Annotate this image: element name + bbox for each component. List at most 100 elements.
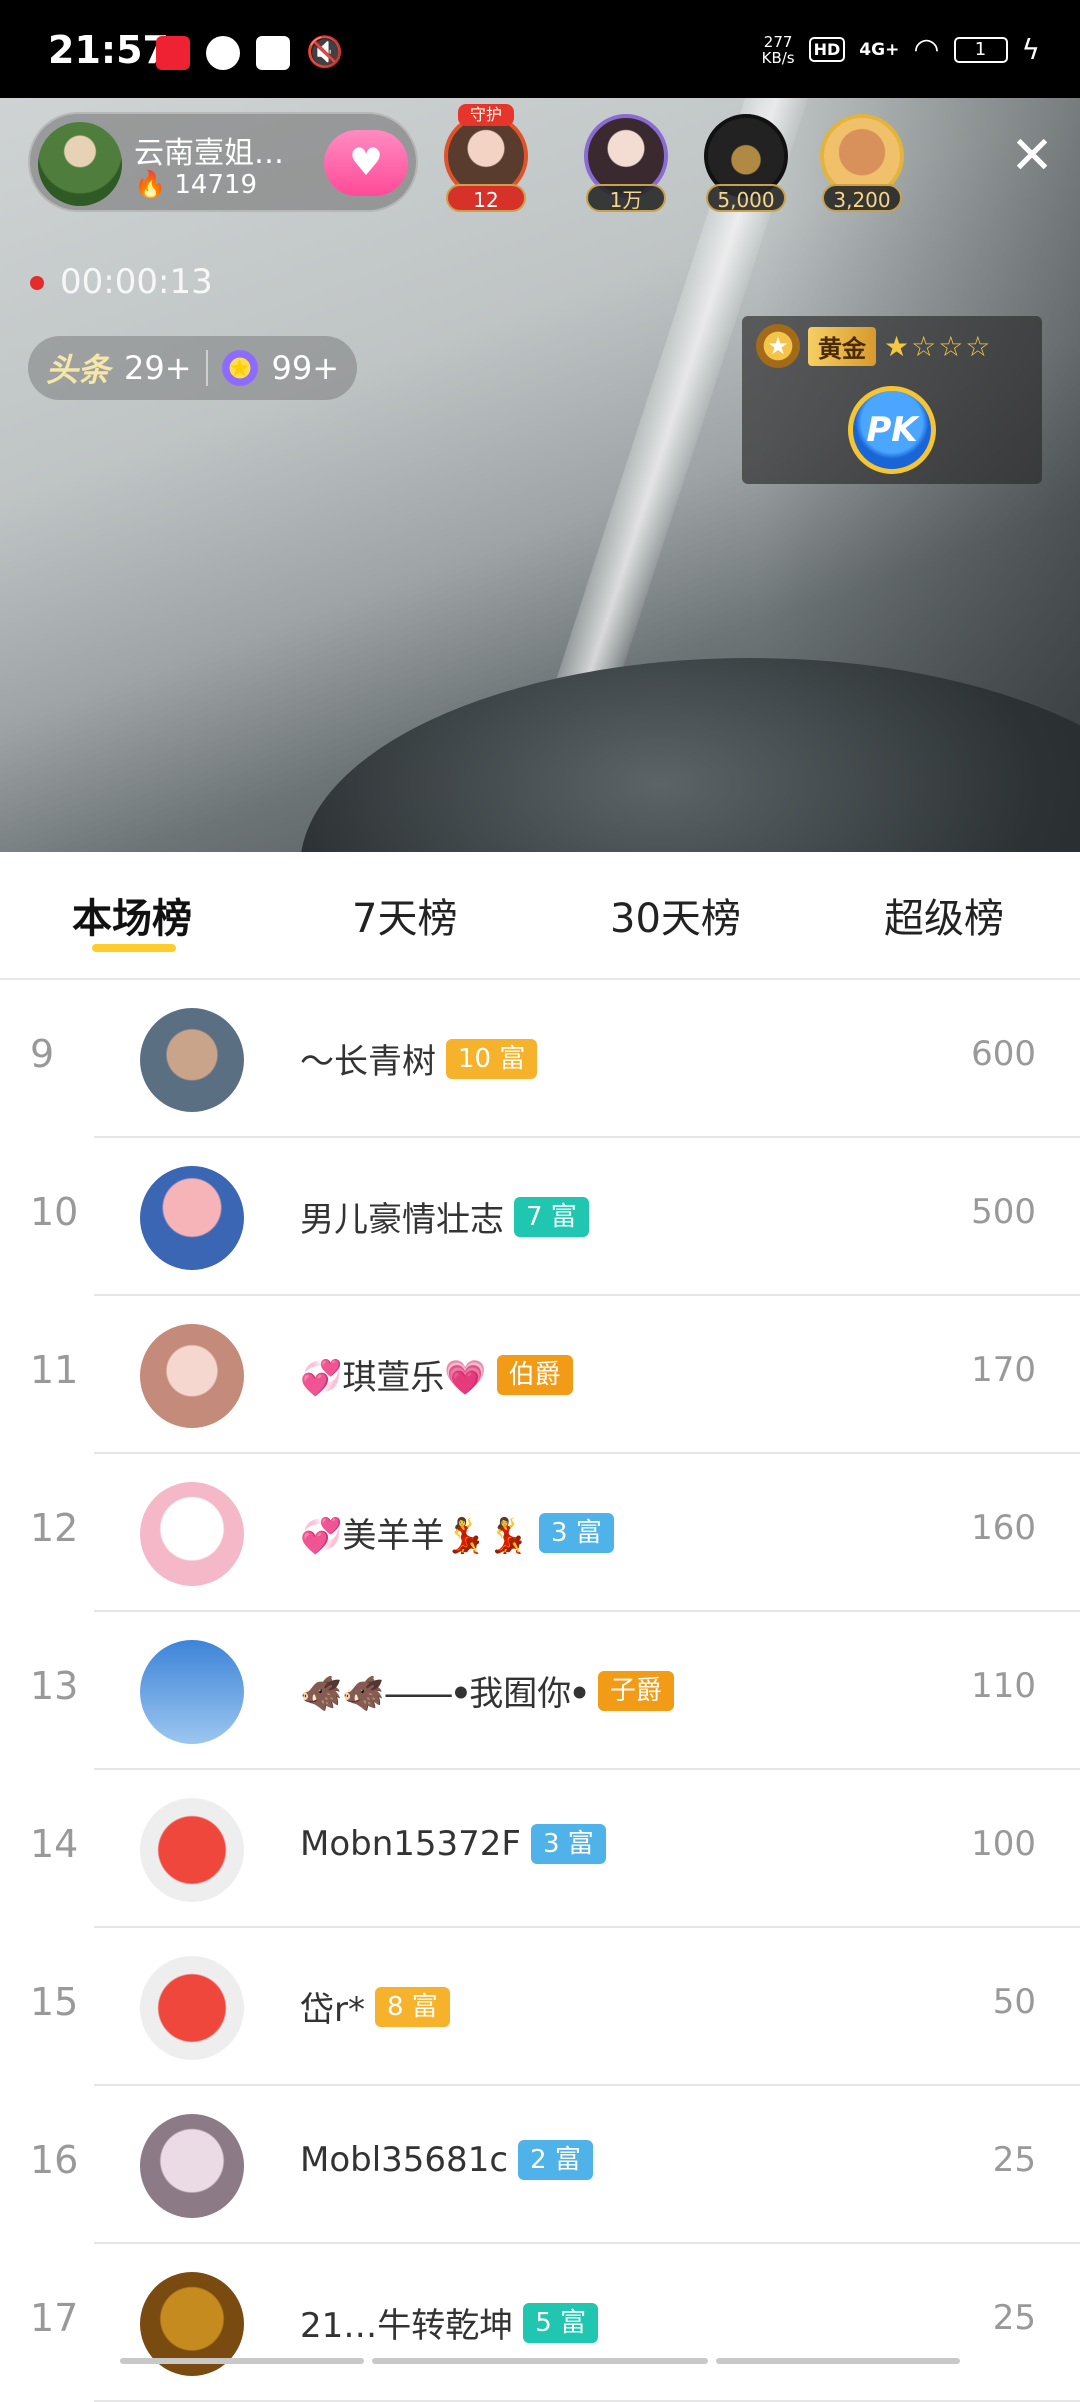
rank-number: 16 bbox=[30, 2138, 100, 2182]
rank-number: 14 bbox=[30, 1822, 100, 1866]
contribution-score: 110 bbox=[971, 1666, 1036, 1706]
avatar[interactable] bbox=[140, 1956, 244, 2060]
toutiao-count: 29+ bbox=[124, 349, 192, 387]
ranking-row[interactable]: 10 男儿豪情壮志 7 富 500 bbox=[0, 1138, 1080, 1296]
rank-number: 12 bbox=[30, 1506, 100, 1550]
battery-icon: 1 bbox=[954, 37, 1008, 63]
notification-icons: 🔇 bbox=[156, 36, 340, 70]
user-name-wrap: Mobn15372F 3 富 bbox=[300, 1824, 606, 1864]
toutiao-icon: 头条 bbox=[46, 345, 110, 391]
active-tab-indicator bbox=[92, 944, 176, 952]
avatar[interactable] bbox=[140, 1324, 244, 1428]
guard-viewer[interactable]: 守护 12 bbox=[440, 112, 530, 212]
status-right: 277 KB/s HD 4G+ ◠ 1 ϟ bbox=[762, 32, 1040, 67]
host-fans-count: 14719 bbox=[174, 170, 257, 200]
contribution-score: 50 bbox=[993, 1982, 1036, 2022]
live-duration: 00:00:13 bbox=[60, 262, 213, 302]
level-badge: 3 富 bbox=[531, 1824, 606, 1864]
user-name-wrap: Mobl35681c 2 富 bbox=[300, 2140, 593, 2180]
user-name: 21…牛转乾坤 bbox=[300, 2298, 513, 2347]
avatar[interactable] bbox=[140, 1640, 244, 1744]
tab-30-days[interactable]: 30天榜 bbox=[610, 886, 741, 944]
avatar[interactable] bbox=[140, 1166, 244, 1270]
avatar[interactable] bbox=[140, 2114, 244, 2218]
net-speed-unit: KB/s bbox=[762, 50, 795, 66]
ranking-tabs: 本场榜 7天榜 30天榜 超级榜 bbox=[0, 852, 1080, 980]
video-subject bbox=[300, 658, 1080, 852]
viewer-badge: 3,200 bbox=[822, 184, 902, 212]
star-count: 99+ bbox=[272, 349, 340, 387]
viewer-badge: 12 bbox=[446, 184, 526, 212]
pk-panel[interactable]: ★ 黄金 ★☆☆☆ PK bbox=[742, 316, 1042, 484]
top-viewer[interactable]: 1万 bbox=[580, 112, 670, 212]
top-viewer[interactable]: 5,000 bbox=[700, 112, 790, 212]
net-speed: 277 KB/s bbox=[762, 34, 795, 66]
tab-7-days[interactable]: 7天榜 bbox=[352, 886, 457, 944]
ranking-row[interactable]: 15 岱r* 8 富 50 bbox=[0, 1928, 1080, 2086]
level-badge: 子爵 bbox=[598, 1671, 674, 1711]
status-time: 21:57 bbox=[48, 28, 169, 72]
wifi-icon: ◠ bbox=[913, 32, 939, 67]
user-name-wrap: ～长青树 10 富 bbox=[300, 1034, 537, 1083]
rank-number: 9 bbox=[30, 1032, 100, 1076]
medal-icon: ★ bbox=[756, 324, 800, 368]
contribution-score: 100 bbox=[971, 1824, 1036, 1864]
level-badge: 8 富 bbox=[375, 1987, 450, 2027]
user-name: ～长青树 bbox=[300, 1034, 436, 1083]
contribution-score: 25 bbox=[993, 2298, 1036, 2338]
ranking-row[interactable]: 11 💞琪萱乐💗 伯爵 170 bbox=[0, 1296, 1080, 1454]
viewer-badge: 5,000 bbox=[706, 184, 786, 212]
rank-number: 17 bbox=[30, 2296, 100, 2340]
pk-rank: ★ 黄金 ★☆☆☆ bbox=[756, 324, 992, 368]
level-badge: 3 富 bbox=[539, 1513, 614, 1553]
contribution-score: 170 bbox=[971, 1350, 1036, 1390]
user-name-wrap: 男儿豪情壮志 7 富 bbox=[300, 1192, 589, 1241]
ranking-row[interactable]: 9 ～长青树 10 富 600 bbox=[0, 980, 1080, 1138]
host-info[interactable]: 云南壹姐… 🔥 14719 ♥ bbox=[28, 112, 418, 212]
user-name-wrap: 🐗🐗⸺ꔷ我囿你ꔷ 子爵 bbox=[300, 1666, 674, 1715]
pk-button[interactable]: PK bbox=[848, 386, 936, 474]
user-name-wrap: 岱r* 8 富 bbox=[300, 1982, 450, 2031]
user-name: Mobn15372F bbox=[300, 1824, 521, 1864]
recording-dot bbox=[30, 276, 44, 290]
top-viewer[interactable]: 3,200 bbox=[816, 112, 906, 212]
rank-number: 11 bbox=[30, 1348, 100, 1392]
pk-stars: ★☆☆☆ bbox=[884, 330, 992, 363]
user-name-wrap: 💞琪萱乐💗 伯爵 bbox=[300, 1350, 573, 1399]
rank-number: 13 bbox=[30, 1664, 100, 1708]
contribution-score: 600 bbox=[971, 1034, 1036, 1074]
fire-icon: 🔥 bbox=[134, 170, 166, 200]
host-avatar[interactable] bbox=[38, 122, 122, 206]
level-badge: 5 富 bbox=[523, 2303, 598, 2343]
speed-icon bbox=[206, 36, 240, 70]
star-icon: ★ bbox=[222, 350, 258, 386]
ranking-list: 9 ～长青树 10 富 600 10 男儿豪情壮志 7 富 500 11 💞琪萱… bbox=[0, 980, 1080, 2402]
avatar[interactable] bbox=[140, 1798, 244, 1902]
ranking-row[interactable]: 13 🐗🐗⸺ꔷ我囿你ꔷ 子爵 110 bbox=[0, 1612, 1080, 1770]
contribution-score: 160 bbox=[971, 1508, 1036, 1548]
contribution-score: 25 bbox=[993, 2140, 1036, 2180]
mute-icon: 🔇 bbox=[306, 36, 340, 70]
ranking-row[interactable]: 17 21…牛转乾坤 5 富 25 bbox=[0, 2244, 1080, 2402]
scroll-indicator bbox=[716, 2358, 960, 2364]
rank-number: 10 bbox=[30, 1190, 100, 1234]
avatar[interactable] bbox=[140, 1482, 244, 1586]
host-popularity: 🔥 14719 bbox=[134, 170, 257, 200]
avatar[interactable] bbox=[140, 1008, 244, 1112]
live-stats[interactable]: 头条 29+ ★ 99+ bbox=[28, 336, 357, 400]
follow-heart-button[interactable]: ♥ bbox=[324, 130, 408, 196]
ranking-row[interactable]: 16 Mobl35681c 2 富 25 bbox=[0, 2086, 1080, 2244]
stat-divider bbox=[206, 350, 208, 386]
ranking-row[interactable]: 12 💞美羊羊💃💃 3 富 160 bbox=[0, 1454, 1080, 1612]
rank-number: 15 bbox=[30, 1980, 100, 2024]
level-badge: 2 富 bbox=[518, 2140, 593, 2180]
net-speed-value: 277 bbox=[762, 34, 795, 50]
tab-current-session[interactable]: 本场榜 bbox=[72, 886, 192, 944]
contribution-score: 500 bbox=[971, 1192, 1036, 1232]
user-name-wrap: 21…牛转乾坤 5 富 bbox=[300, 2298, 598, 2347]
tab-super[interactable]: 超级榜 bbox=[884, 886, 1004, 944]
close-icon[interactable]: ✕ bbox=[1004, 128, 1060, 184]
app-notification-icon bbox=[156, 36, 190, 70]
ranking-row[interactable]: 14 Mobn15372F 3 富 100 bbox=[0, 1770, 1080, 1928]
host-name: 云南壹姐… bbox=[134, 128, 314, 172]
